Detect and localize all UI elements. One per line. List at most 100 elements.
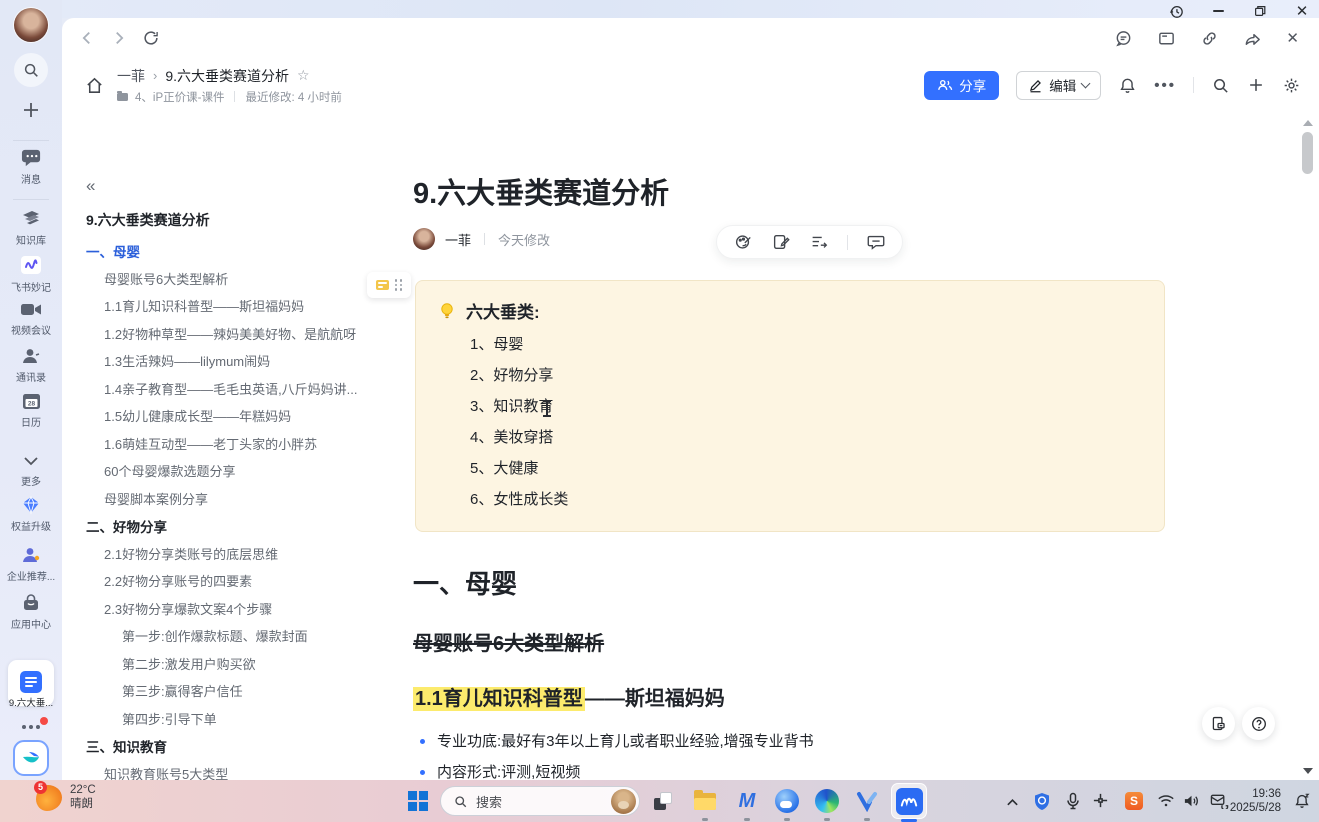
tray-expand-button[interactable] bbox=[1006, 794, 1019, 812]
back-icon[interactable] bbox=[78, 29, 96, 47]
section-heading[interactable]: 一、母婴 bbox=[413, 564, 1319, 601]
outline-item[interactable]: 60个母婴爆款选题分享 bbox=[86, 457, 394, 485]
outline-item[interactable]: 2.3好物分享爆款文案4个步骤 bbox=[86, 595, 394, 623]
home-icon[interactable] bbox=[84, 75, 105, 96]
rail-item-contacts[interactable]: 通讯录 bbox=[0, 346, 62, 384]
rail-item-messages[interactable]: 消息 bbox=[0, 147, 62, 186]
minimize-button[interactable] bbox=[1207, 1, 1229, 21]
active-app-button[interactable] bbox=[891, 783, 927, 819]
scroll-down-arrow[interactable] bbox=[1303, 768, 1313, 774]
h3-heading[interactable]: 1.1育儿知识科普型——斯坦福妈妈 bbox=[413, 682, 1319, 711]
vertical-scrollbar[interactable] bbox=[1302, 120, 1314, 776]
outline-item[interactable]: 一、母婴 bbox=[86, 237, 394, 265]
outline-item[interactable]: 三、知识教育 bbox=[86, 732, 394, 760]
outline-item[interactable]: 1.3生活辣妈——lilymum闹妈 bbox=[86, 347, 394, 375]
callout-item[interactable]: 3、知识教育 bbox=[470, 391, 1144, 422]
plus-icon[interactable] bbox=[1247, 76, 1265, 94]
outline-item[interactable]: 母婴脚本案例分享 bbox=[86, 485, 394, 513]
start-button[interactable] bbox=[408, 791, 428, 811]
task-view-button[interactable] bbox=[650, 788, 676, 814]
user-avatar[interactable] bbox=[0, 8, 62, 47]
share-button[interactable]: 分享 bbox=[924, 71, 999, 100]
edit-button[interactable]: 编辑 bbox=[1016, 71, 1101, 100]
outline-item[interactable]: 1.6萌娃互动型——老丁头家的小胖苏 bbox=[86, 430, 394, 458]
callout-block[interactable]: 六大垂类: 1、母婴2、好物分享3、知识教育4、美妆穿搭5、大健康6、女性成长类 bbox=[415, 280, 1165, 532]
taskbar-search[interactable]: 搜索 bbox=[440, 786, 640, 816]
wifi-icon[interactable] bbox=[1157, 792, 1175, 810]
notification-bell-icon[interactable] bbox=[1293, 792, 1311, 810]
scrollbar-thumb[interactable] bbox=[1302, 132, 1313, 174]
outline-item[interactable]: 第四步:引导下单 bbox=[86, 705, 394, 733]
outline-item[interactable]: 第三步:赢得客户信任 bbox=[86, 677, 394, 705]
rail-feishu-button[interactable] bbox=[0, 742, 62, 774]
microphone-icon[interactable] bbox=[1066, 792, 1080, 810]
callout-item[interactable]: 5、大健康 bbox=[470, 453, 1144, 484]
volume-icon[interactable] bbox=[1183, 792, 1200, 810]
outline-list-icon[interactable] bbox=[809, 232, 829, 252]
callout-item[interactable]: 4、美妆穿搭 bbox=[470, 422, 1144, 453]
outline-item[interactable]: 1.4亲子教育型——毛毛虫英语,八斤妈妈讲... bbox=[86, 375, 394, 403]
history-icon[interactable] bbox=[1165, 1, 1187, 21]
bell-icon[interactable] bbox=[1118, 76, 1137, 95]
maximize-button[interactable] bbox=[1249, 1, 1271, 21]
rail-item-recommend[interactable]: 企业推荐... bbox=[0, 545, 62, 583]
author-name[interactable]: 一菲 bbox=[445, 230, 471, 249]
rail-item-apps[interactable]: 应用中心 bbox=[0, 593, 62, 631]
rail-item-wiki[interactable]: 知识库 bbox=[0, 209, 62, 247]
bullet-item[interactable]: 内容形式:评测,短视频 bbox=[420, 757, 1319, 780]
doc-edit-icon[interactable] bbox=[771, 232, 791, 252]
rail-item-meeting[interactable]: 视频会议 bbox=[0, 301, 62, 337]
folder-path[interactable]: 4、iP正价课-课件 bbox=[135, 89, 224, 105]
comments-icon[interactable] bbox=[1114, 29, 1133, 48]
rail-search-button[interactable] bbox=[0, 53, 62, 87]
sub-heading-strikethrough[interactable]: 母婴账号6大类型解析 bbox=[413, 627, 1319, 656]
link-icon[interactable] bbox=[1200, 29, 1219, 48]
more-options-icon[interactable]: ••• bbox=[1154, 77, 1176, 94]
share-forward-icon[interactable] bbox=[1243, 29, 1262, 48]
weather-widget[interactable]: 5 22°C晴朗 bbox=[36, 784, 96, 811]
outline-item[interactable]: 第一步:创作爆款标题、爆款封面 bbox=[86, 622, 394, 650]
help-button[interactable] bbox=[1242, 707, 1275, 740]
close-window-button[interactable]: ✕ bbox=[1291, 1, 1313, 21]
file-explorer-button[interactable] bbox=[692, 788, 718, 814]
rail-item-more[interactable]: 更多 bbox=[0, 452, 62, 488]
outline-title[interactable]: 9.六大垂类赛道分析 bbox=[86, 210, 394, 230]
outline-item[interactable]: 知识教育账号5大类型 bbox=[86, 760, 394, 781]
mail-app-button[interactable]: M bbox=[734, 788, 760, 814]
outline-item[interactable]: 1.1育儿知识科普型——斯坦福妈妈 bbox=[86, 292, 394, 320]
security-shield-icon[interactable] bbox=[1033, 792, 1051, 811]
rail-add-button[interactable] bbox=[0, 100, 62, 120]
outline-item[interactable]: 母婴账号6大类型解析 bbox=[86, 265, 394, 293]
doc-title[interactable]: 9.六大垂类赛道分析 bbox=[413, 170, 1319, 212]
breadcrumb-doc-title[interactable]: 9.六大垂类赛道分析 bbox=[165, 66, 289, 86]
outline-item[interactable]: 1.2好物种草型——辣妈美美好物、是航航呀 bbox=[86, 320, 394, 348]
ime-plus-icon[interactable] bbox=[1092, 792, 1109, 810]
search-icon[interactable] bbox=[1211, 76, 1230, 95]
callout-item[interactable]: 1、母婴 bbox=[470, 329, 1144, 360]
browser-app-button[interactable] bbox=[774, 788, 800, 814]
clock-widget[interactable]: 19:36 2025/5/28 bbox=[1230, 787, 1281, 815]
star-icon[interactable]: ☆ bbox=[297, 67, 310, 84]
rail-item-minutes[interactable]: 飞书妙记 bbox=[0, 254, 62, 294]
outline-item[interactable]: 二、好物分享 bbox=[86, 512, 394, 540]
outline-item[interactable]: 2.1好物分享类账号的底层思维 bbox=[86, 540, 394, 568]
author-avatar[interactable] bbox=[413, 228, 435, 250]
outline-item[interactable]: 第二步:激发用户购买欲 bbox=[86, 650, 394, 678]
edge-button[interactable] bbox=[814, 788, 840, 814]
theme-palette-icon[interactable] bbox=[733, 232, 753, 252]
callout-block-icon[interactable] bbox=[376, 280, 389, 290]
callout-item[interactable]: 2、好物分享 bbox=[470, 360, 1144, 391]
outline-item[interactable]: 2.2好物分享账号的四要素 bbox=[86, 567, 394, 595]
banner-icon[interactable] bbox=[1157, 29, 1176, 48]
rail-item-upgrade[interactable]: 权益升级 bbox=[0, 495, 62, 533]
callout-item[interactable]: 6、女性成长类 bbox=[470, 484, 1144, 515]
collapse-outline-icon[interactable]: « bbox=[86, 176, 106, 196]
scroll-up-arrow[interactable] bbox=[1303, 120, 1313, 126]
rail-item-calendar[interactable]: 28 日历 bbox=[0, 391, 62, 429]
forward-icon[interactable] bbox=[110, 29, 128, 47]
blue-v-app-button[interactable] bbox=[854, 788, 880, 814]
refresh-icon[interactable] bbox=[142, 29, 160, 47]
mobile-preview-button[interactable] bbox=[1202, 707, 1235, 740]
gear-icon[interactable] bbox=[1282, 76, 1301, 95]
drag-handle-icon[interactable] bbox=[395, 279, 403, 291]
